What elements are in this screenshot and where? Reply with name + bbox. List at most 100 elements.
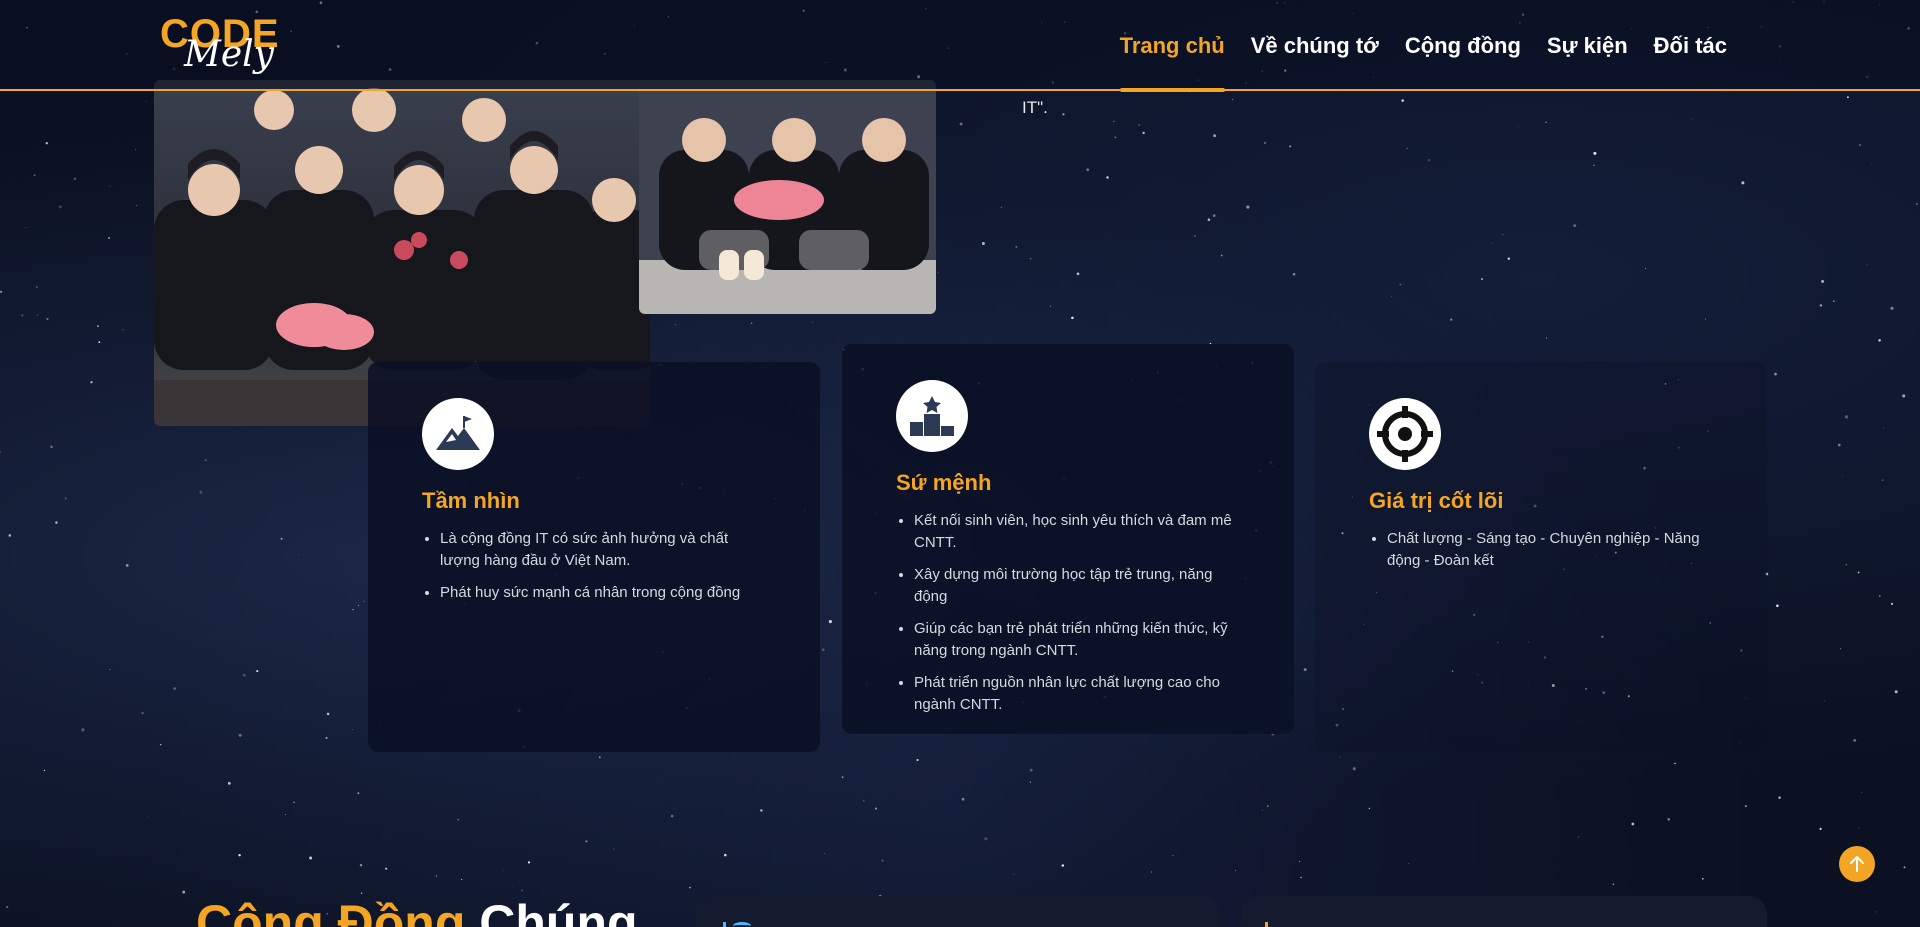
star (1062, 113, 1065, 116)
star (1114, 136, 1117, 139)
star (145, 101, 147, 103)
star (25, 226, 27, 228)
star (1833, 300, 1835, 303)
star (33, 174, 36, 177)
star (1061, 864, 1065, 867)
star (1776, 604, 1779, 608)
star (1690, 119, 1692, 121)
core-values-title: Giá trị cốt lõi (1369, 488, 1504, 513)
star (1029, 781, 1032, 783)
star (1086, 168, 1090, 172)
star (461, 878, 463, 881)
star (1631, 822, 1635, 826)
star (326, 712, 330, 716)
star (812, 321, 814, 323)
nav-item-trang-chu[interactable]: Trang chủ (1107, 0, 1238, 92)
star (862, 799, 865, 802)
star (125, 563, 129, 567)
star (1819, 827, 1822, 830)
star (1916, 203, 1918, 205)
star (511, 886, 513, 887)
star (1450, 318, 1453, 321)
star (1480, 278, 1484, 281)
star (1821, 279, 1825, 283)
star (1071, 316, 1074, 320)
star (1612, 883, 1615, 886)
mountain-flag-icon (422, 398, 494, 470)
star (822, 648, 825, 651)
star (1013, 873, 1015, 875)
vision-item: Là cộng đồng IT có sức ảnh hưởng và chất… (440, 528, 766, 572)
mission-list: Kết nối sinh viên, học sinh yêu thích và… (896, 510, 1240, 716)
star (64, 497, 67, 500)
nav-item-ve-chung-to[interactable]: Về chúng tớ (1238, 0, 1392, 91)
star (1106, 176, 1109, 179)
star (1667, 818, 1670, 821)
star (1015, 245, 1018, 248)
star (724, 853, 727, 857)
star (1299, 860, 1301, 863)
star (1704, 318, 1707, 320)
star (1846, 96, 1849, 99)
codemely-logo[interactable]: CODE Mely (160, 12, 300, 82)
star (1858, 143, 1861, 147)
star (352, 609, 354, 611)
star (760, 809, 763, 812)
star (1875, 911, 1877, 913)
star (1368, 807, 1371, 810)
star (674, 324, 676, 325)
target-icon (1369, 398, 1441, 470)
star (280, 537, 283, 540)
community-section-title: Cộng Đồng Chúng (196, 894, 638, 927)
star (1261, 809, 1264, 811)
nav-item-su-kien[interactable]: Sự kiện (1534, 0, 1641, 91)
star (1029, 257, 1032, 260)
star (1823, 700, 1825, 702)
star (50, 445, 53, 449)
star (1841, 476, 1843, 478)
star (1902, 394, 1906, 398)
star (984, 837, 988, 841)
star (1573, 224, 1577, 228)
star (1858, 827, 1860, 829)
star (1866, 264, 1868, 266)
star (21, 314, 24, 317)
vision-card: Tầm nhìn Là cộng đồng IT có sức ảnh hưởn… (368, 362, 820, 752)
star (73, 177, 77, 181)
logo-mely-text: Mely (184, 34, 275, 75)
star (45, 141, 49, 145)
star (204, 459, 207, 462)
nav-item-doi-tac[interactable]: Đối tác (1641, 0, 1740, 91)
star (670, 814, 674, 818)
scroll-to-top-button[interactable] (1839, 846, 1875, 882)
star (1150, 871, 1152, 873)
mission-item: Kết nối sinh viên, học sinh yêu thích và… (914, 510, 1240, 554)
core-values-item: Chất lượng - Sáng tạo - Chuyên nghiệp - … (1387, 528, 1713, 572)
star (352, 729, 353, 730)
star (1076, 272, 1080, 276)
star (1545, 121, 1547, 123)
star (1645, 267, 1646, 269)
star (108, 237, 110, 239)
star (1172, 855, 1174, 857)
star (1744, 805, 1747, 808)
star (689, 886, 691, 889)
star (1399, 283, 1401, 286)
star (1857, 571, 1860, 574)
star (159, 743, 162, 746)
star (238, 853, 241, 857)
star (1401, 99, 1405, 102)
star (527, 861, 531, 864)
community-title-white: Chúng (479, 895, 638, 927)
star (297, 554, 299, 555)
star (1207, 218, 1211, 222)
star (293, 801, 295, 804)
star (6, 905, 9, 909)
star (1220, 254, 1223, 257)
star (457, 818, 460, 821)
star (58, 205, 62, 209)
nav-item-cong-dong[interactable]: Cộng đồng (1392, 0, 1534, 91)
star (824, 852, 826, 854)
vision-list: Là cộng đồng IT có sức ảnh hưởng và chất… (422, 528, 766, 604)
community-panel-right (1241, 896, 1767, 927)
